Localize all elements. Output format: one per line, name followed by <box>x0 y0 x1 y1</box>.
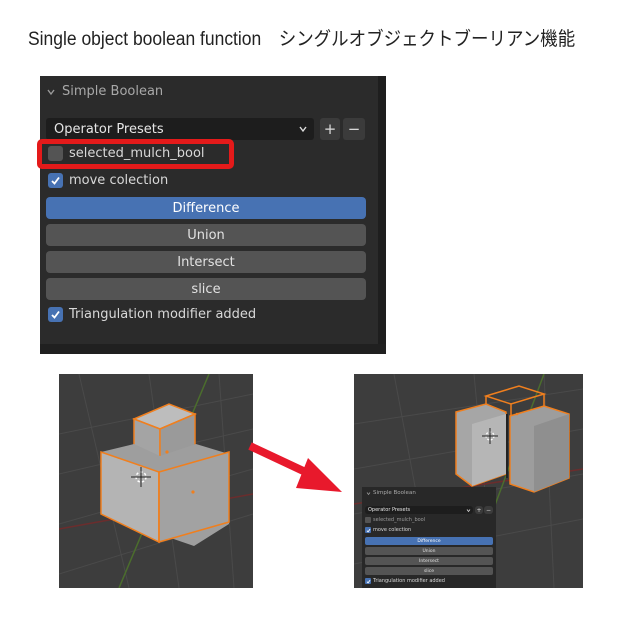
add-preset-button[interactable]: + <box>320 118 340 140</box>
move-collection-option[interactable]: move colection <box>48 173 168 188</box>
selected-mulch-bool-checkbox[interactable] <box>365 517 371 523</box>
viewport-before-scene <box>59 374 253 588</box>
right-arrow-icon <box>248 442 342 492</box>
triangulation-label: Triangulation modifier added <box>373 578 445 584</box>
move-collection-option[interactable]: move colection <box>365 527 411 533</box>
panel-bottom-bar <box>40 344 386 354</box>
operator-presets-dropdown[interactable]: Operator Presets <box>46 118 314 140</box>
panel-header-label: Simple Boolean <box>373 490 416 496</box>
panel-header[interactable]: Simple Boolean <box>46 84 163 99</box>
triangulation-checkbox[interactable] <box>365 578 371 584</box>
move-collection-label: move colection <box>69 173 169 188</box>
intersect-button[interactable]: Intersect <box>46 251 366 273</box>
triangulation-option[interactable]: Triangulation modifier added <box>365 578 445 584</box>
triangulation-option[interactable]: Triangulation modifier added <box>48 307 256 322</box>
difference-button[interactable]: Difference <box>365 537 493 545</box>
checkmark-icon <box>366 579 370 584</box>
union-button[interactable]: Union <box>46 224 366 246</box>
add-preset-button[interactable]: + <box>475 506 483 514</box>
slice-button[interactable]: slice <box>365 567 493 575</box>
panel-region-edge <box>378 76 386 344</box>
collapse-chevron-icon <box>366 491 371 495</box>
selected-mulch-bool-label: selected_mulch_bool <box>373 517 426 523</box>
selected-mulch-bool-option[interactable]: selected_mulch_bool <box>365 517 425 523</box>
page-title: Single object boolean function シングルオブジェク… <box>28 29 576 50</box>
checkmark-icon <box>366 528 370 533</box>
simple-boolean-panel-small: Simple Boolean Operator Presets + − sele… <box>362 487 496 588</box>
panel-header-label: Simple Boolean <box>62 84 164 99</box>
checkmark-icon <box>51 310 60 319</box>
simple-boolean-panel: Simple Boolean Operator Presets + − sele… <box>40 76 378 344</box>
operator-presets-dropdown[interactable]: Operator Presets <box>365 506 473 514</box>
operator-presets-label: Operator Presets <box>368 507 411 513</box>
highlight-box <box>37 139 234 169</box>
intersect-button[interactable]: Intersect <box>365 557 493 565</box>
difference-button[interactable]: Difference <box>46 197 366 219</box>
viewport-before[interactable] <box>59 374 253 588</box>
remove-preset-button[interactable]: − <box>484 506 493 514</box>
remove-preset-button[interactable]: − <box>343 118 365 140</box>
collapse-chevron-icon <box>47 89 55 95</box>
triangulation-checkbox[interactable] <box>48 307 63 322</box>
operator-presets-label: Operator Presets <box>54 121 164 137</box>
move-collection-label: move colection <box>373 527 412 533</box>
union-button[interactable]: Union <box>365 547 493 555</box>
panel-header[interactable]: Simple Boolean <box>366 490 416 496</box>
checkmark-icon <box>51 176 60 185</box>
move-collection-checkbox[interactable] <box>48 173 63 188</box>
move-collection-checkbox[interactable] <box>365 527 371 533</box>
dropdown-chevron-icon <box>466 508 471 512</box>
triangulation-label: Triangulation modifier added <box>69 307 257 322</box>
slice-button[interactable]: slice <box>46 278 366 300</box>
dropdown-chevron-icon <box>299 126 307 133</box>
